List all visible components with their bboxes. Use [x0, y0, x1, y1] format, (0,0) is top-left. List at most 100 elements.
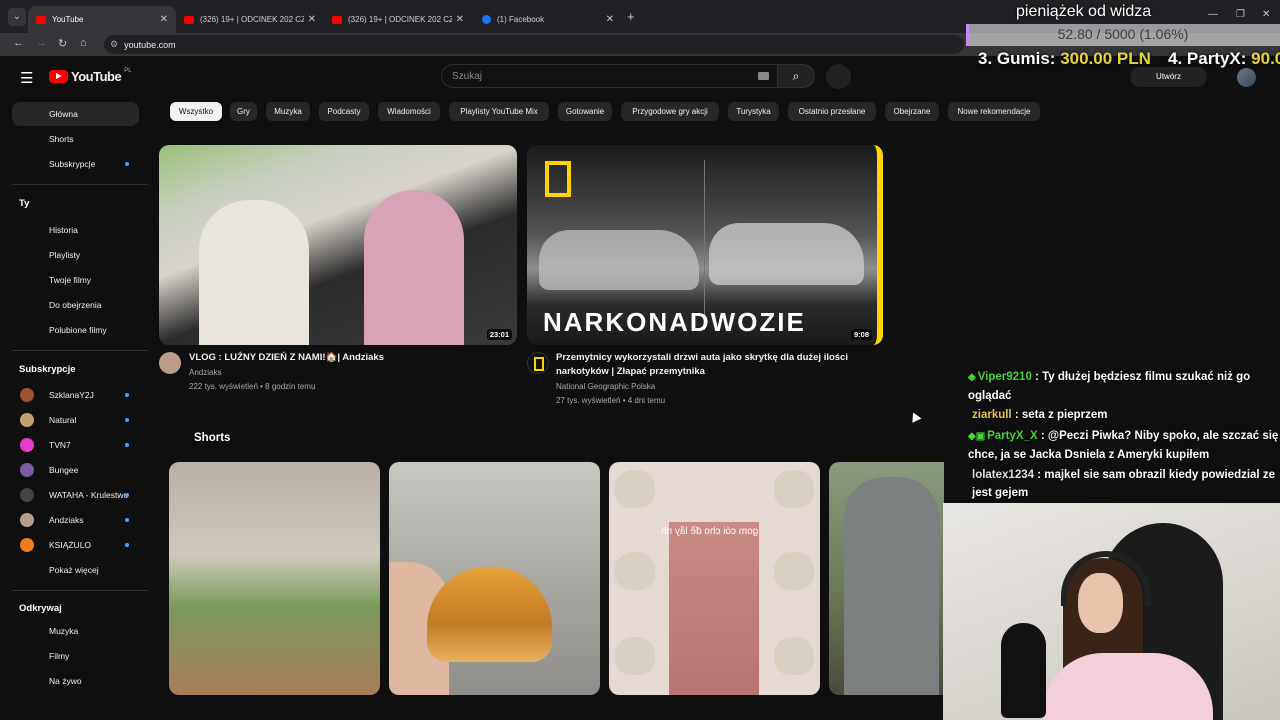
- sidebar-item-playlists[interactable]: Playlisty: [12, 243, 139, 267]
- short-thumbnail[interactable]: gom cói cho đề lấy nh: [609, 462, 820, 695]
- back-icon[interactable]: ←: [13, 37, 24, 49]
- chip-youtube-mix[interactable]: Playlisty YouTube Mix: [449, 102, 549, 121]
- short-caption: gom cói cho đề lấy nh: [661, 526, 759, 537]
- chip-recently-uploaded[interactable]: Ostatnio przesłane: [788, 102, 876, 121]
- url-field[interactable]: ⚙ youtube.com: [104, 35, 964, 54]
- sidebar-channel-tvn7[interactable]: TVN7: [12, 433, 139, 457]
- short-thumbnail[interactable]: [389, 462, 600, 695]
- short-thumbnail[interactable]: [829, 462, 944, 695]
- mouse-cursor-icon: [908, 410, 922, 423]
- url-text: youtube.com: [124, 39, 176, 50]
- xray-car: [539, 230, 699, 290]
- hamburger-menu-icon[interactable]: ☰: [20, 69, 33, 87]
- thumbnail-burger: [427, 567, 552, 662]
- sidebar-item-watch-later[interactable]: Do obejrzenia: [12, 293, 139, 317]
- thumbnail-cat: [774, 552, 814, 590]
- channel-avatar: [20, 513, 34, 527]
- video-title[interactable]: Przemytnicy wykorzystali drzwi auta jako…: [556, 351, 876, 379]
- streamer-webcam: [943, 503, 1280, 720]
- sidebar-heading-you[interactable]: Ty: [19, 198, 29, 209]
- chip-all[interactable]: Wszystko: [170, 102, 222, 121]
- chip-watched[interactable]: Obejrzane: [885, 102, 939, 121]
- chip-games[interactable]: Gry: [230, 102, 257, 121]
- sidebar-item-label: KSIĄŻULO: [49, 540, 92, 550]
- channel-avatar: [20, 413, 34, 427]
- close-tab-icon[interactable]: ✕: [160, 14, 168, 25]
- sidebar-channel-bungee[interactable]: Bungee: [12, 458, 139, 482]
- tab-search-menu-icon[interactable]: ⌄: [8, 8, 26, 26]
- home-icon[interactable]: ⌂: [80, 37, 87, 49]
- search-input[interactable]: Szukaj: [441, 64, 778, 88]
- forward-icon[interactable]: →: [36, 37, 47, 49]
- sidebar-item-label: WATAHA - Krulestwo: [49, 490, 129, 500]
- video-title-line: narkotyków | Złapać przemytnika: [556, 366, 705, 377]
- sidebar-item-home[interactable]: Główna: [12, 102, 139, 126]
- sidebar-heading-subscriptions: Subskrypcje: [19, 364, 76, 375]
- reload-icon[interactable]: ↻: [58, 37, 67, 50]
- chip-podcasts[interactable]: Podcasty: [319, 102, 369, 121]
- sidebar-show-more[interactable]: Pokaż więcej: [12, 558, 139, 582]
- sidebar-channel-andziaks[interactable]: Andziaks: [12, 508, 139, 532]
- channel-avatar[interactable]: [527, 352, 549, 374]
- country-code: PL: [124, 67, 132, 74]
- browser-tab-facebook[interactable]: (1) Facebook ✕: [474, 6, 622, 33]
- sidebar-channel-natural[interactable]: Natural: [12, 408, 139, 432]
- sidebar-item-live[interactable]: Na żywo: [12, 669, 139, 693]
- video-title[interactable]: VLOG : LUŹNY DZIEŃ Z NAMI!🏠| Andziaks: [189, 351, 509, 365]
- close-tab-icon[interactable]: ✕: [456, 14, 464, 25]
- sidebar-item-label: Bungee: [49, 465, 79, 475]
- sidebar-item-label: Polubione filmy: [49, 325, 107, 335]
- channel-avatar: [20, 463, 34, 477]
- chip-news[interactable]: Wiadomości: [378, 102, 440, 121]
- video-duration: 23:01: [486, 329, 512, 340]
- new-tab-icon[interactable]: +: [627, 9, 635, 24]
- youtube-logo[interactable]: YouTube PL: [49, 67, 132, 84]
- tab-label: (1) Facebook: [497, 15, 545, 24]
- close-tab-icon[interactable]: ✕: [308, 14, 316, 25]
- sidebar-channel-ksiazulo[interactable]: KSIĄŻULO: [12, 533, 139, 557]
- sidebar-item-shorts[interactable]: Shorts: [12, 127, 139, 151]
- streamer-body: [1043, 653, 1213, 720]
- close-tab-icon[interactable]: ✕: [606, 14, 614, 25]
- donation-rank: 3. Gumis: 300.00 PLN: [978, 49, 1151, 69]
- short-thumbnail[interactable]: [169, 462, 380, 695]
- browser-tab-odcinek-2[interactable]: (326) 19+ | ODCINEK 202 CZ. 2 ✕: [324, 6, 472, 33]
- sidebar-item-liked-videos[interactable]: Polubione filmy: [12, 318, 139, 342]
- chat-username: lolatex1234: [972, 469, 1035, 481]
- tab-label: (326) 19+ | ODCINEK 202 CZ. 2: [348, 15, 452, 24]
- chip-cooking[interactable]: Gotowanie: [558, 102, 612, 121]
- sidebar-item-movies[interactable]: Filmy: [12, 644, 139, 668]
- browser-tab-odcinek-1[interactable]: (326) 19+ | ODCINEK 202 CZ. 1 ✕: [176, 6, 324, 33]
- microphone-icon: [1001, 623, 1046, 718]
- sidebar-channel-wataha[interactable]: WATAHA - Krulestwo: [12, 483, 139, 507]
- video-thumbnail[interactable]: 23:01: [159, 145, 517, 345]
- video-title-line: Przemytnicy wykorzystali drzwi auta jako…: [556, 352, 848, 363]
- video-channel[interactable]: Andziaks: [189, 366, 221, 380]
- chat-text: : seta z pieprzem: [1011, 409, 1108, 421]
- rank-name: 4. PartyX:: [1168, 49, 1252, 68]
- site-info-icon[interactable]: ⚙: [110, 39, 118, 50]
- sidebar-item-history[interactable]: Historia: [12, 218, 139, 242]
- sidebar-channel-szklanay2j[interactable]: SzklanaY2J: [12, 383, 139, 407]
- chip-music[interactable]: Muzyka: [266, 102, 310, 121]
- donation-progress-bar: 52.80 / 5000 (1.06%): [966, 24, 1280, 46]
- sidebar-item-music[interactable]: Muzyka: [12, 619, 139, 643]
- thumbnail-cat: [615, 552, 655, 590]
- donation-goal-overlay: pieniążek od widza 52.80 / 5000 (1.06%) …: [966, 0, 1280, 72]
- sidebar-item-your-videos[interactable]: Twoje filmy: [12, 268, 139, 292]
- chip-new-recommendations[interactable]: Nowe rekomendacje: [948, 102, 1040, 121]
- video-thumbnail[interactable]: NARKONADWOZIE 9:08: [527, 145, 883, 345]
- sidebar-item-label: Twoje filmy: [49, 275, 92, 285]
- video-channel[interactable]: National Geographic Polska: [556, 380, 655, 394]
- search-button[interactable]: ⌕: [778, 64, 815, 88]
- voice-search-button[interactable]: [826, 64, 851, 89]
- chip-action-adventure[interactable]: Przygodowe gry akcji: [621, 102, 719, 121]
- new-content-dot: [125, 418, 129, 422]
- sidebar-item-subscriptions[interactable]: Subskrypcje: [12, 152, 139, 176]
- browser-tab-youtube[interactable]: YouTube ✕: [28, 6, 176, 33]
- keyboard-icon[interactable]: [758, 72, 769, 80]
- chat-username: PartyX_X: [987, 430, 1038, 442]
- channel-avatar[interactable]: [159, 352, 181, 374]
- thumbnail-cat: [615, 637, 655, 675]
- chip-tourism[interactable]: Turystyka: [728, 102, 779, 121]
